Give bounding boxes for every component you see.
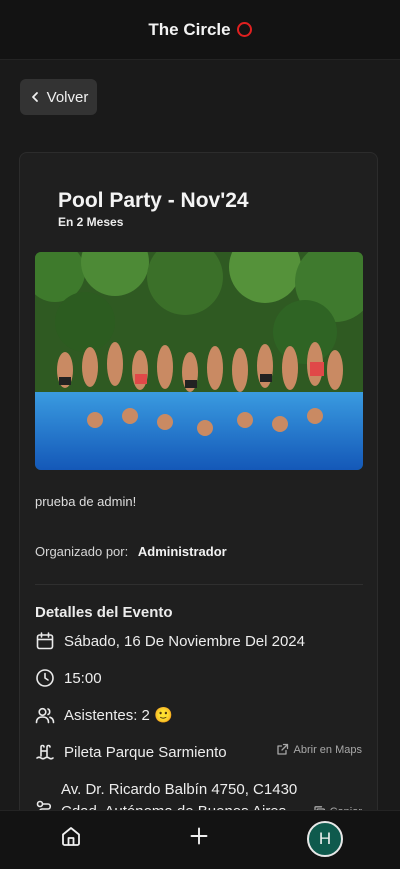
event-relative-date: En 2 Meses	[58, 215, 124, 229]
clock-icon	[36, 669, 54, 687]
event-time: 15:00	[64, 669, 102, 687]
event-date: Sábado, 16 De Noviembre Del 2024	[64, 632, 305, 650]
organizer-name: Administrador	[137, 544, 227, 559]
event-time-row: 15:00	[35, 668, 102, 688]
app-brand[interactable]: The Circle	[148, 19, 252, 40]
event-description: prueba de admin!	[35, 494, 137, 509]
home-icon[interactable]	[60, 825, 82, 847]
users-icon	[35, 707, 55, 724]
back-label: Volver	[46, 88, 89, 106]
event-photo[interactable]	[35, 252, 363, 470]
external-link-icon	[276, 743, 288, 755]
event-date-row: Sábado, 16 De Noviembre Del 2024	[35, 631, 305, 651]
details-section-title: Detalles del Evento	[35, 604, 173, 621]
top-bar: The Circle	[0, 0, 400, 60]
attendees-row[interactable]: Asistentes: 2 🙂	[35, 705, 173, 725]
bottom-nav: H	[0, 810, 400, 869]
plus-icon[interactable]	[188, 825, 210, 847]
organizer-label: Organizado por:	[35, 544, 129, 559]
calendar-icon	[36, 632, 54, 650]
event-title: Pool Party - Nov'24	[58, 189, 249, 212]
event-card: Pool Party - Nov'24 En 2 Meses prueba de…	[19, 152, 378, 832]
attendees-count: Asistentes: 2 🙂	[64, 707, 173, 724]
venue-row: Pileta Parque Sarmiento	[35, 742, 227, 762]
back-button[interactable]: Volver	[20, 79, 97, 115]
open-maps-link[interactable]: Abrir en Maps	[276, 743, 362, 756]
pool-ladder-icon	[36, 744, 54, 760]
open-maps-label: Abrir en Maps	[293, 743, 362, 756]
organizer-line: Organizado por: Administrador	[35, 544, 227, 559]
user-avatar[interactable]: H	[307, 821, 343, 857]
red-ring-icon	[236, 22, 252, 37]
app-title: The Circle	[148, 19, 231, 39]
venue-name: Pileta Parque Sarmiento	[64, 743, 227, 761]
divider	[35, 584, 363, 585]
chevron-left-icon	[31, 92, 38, 102]
